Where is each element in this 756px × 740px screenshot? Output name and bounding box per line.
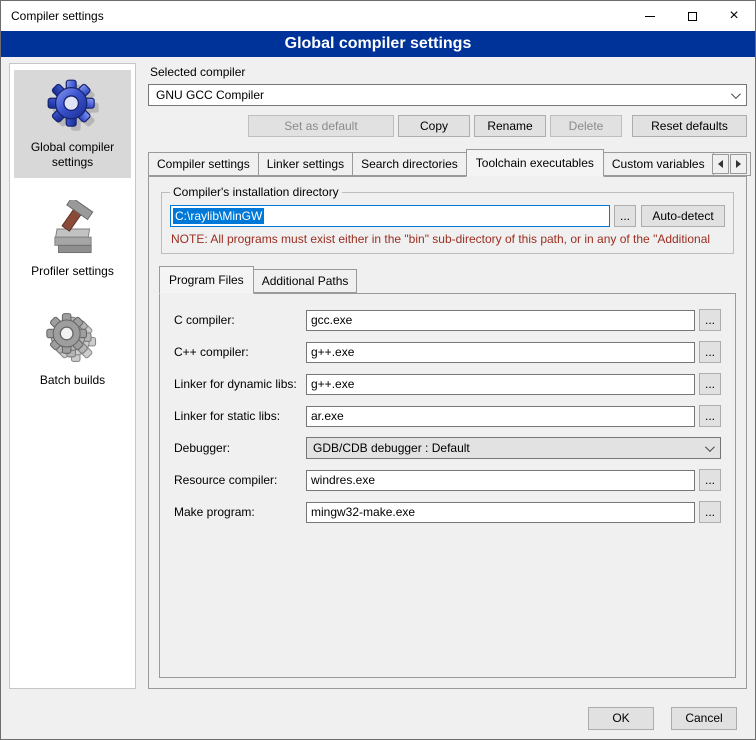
- subtab-additional-paths[interactable]: Additional Paths: [253, 269, 358, 293]
- maximize-icon: [688, 12, 697, 21]
- c-compiler-input[interactable]: [306, 310, 695, 331]
- c-compiler-browse-button[interactable]: ...: [699, 309, 721, 331]
- installation-note: NOTE: All programs must exist either in …: [171, 232, 724, 246]
- copy-button[interactable]: Copy: [398, 115, 470, 137]
- linker-static-label: Linker for static libs:: [174, 409, 306, 423]
- close-button[interactable]: ×: [713, 1, 755, 31]
- profiler-hammer-icon: [44, 200, 102, 258]
- minimize-button[interactable]: [629, 1, 671, 31]
- c-compiler-row: C compiler: ...: [160, 304, 735, 336]
- right-arrow-icon: [736, 160, 741, 168]
- linker-dynamic-input[interactable]: [306, 374, 695, 395]
- tab-compiler-settings[interactable]: Compiler settings: [148, 152, 259, 176]
- make-program-row: Make program: ...: [160, 496, 735, 528]
- window-title: Compiler settings: [1, 9, 629, 23]
- installation-directory-row: C:\raylib\MinGW ... Auto-detect: [170, 205, 725, 227]
- make-program-label: Make program:: [174, 505, 306, 519]
- sidebar-item-label: Batch builds: [40, 373, 105, 388]
- debugger-select-value: GDB/CDB debugger : Default: [313, 441, 470, 455]
- compiler-select[interactable]: GNU GCC Compiler: [148, 84, 747, 106]
- installation-directory-value: C:\raylib\MinGW: [173, 208, 264, 224]
- delete-button: Delete: [550, 115, 622, 137]
- cpp-compiler-browse-button[interactable]: ...: [699, 341, 721, 363]
- titlebar[interactable]: Compiler settings ×: [1, 1, 755, 31]
- cpp-compiler-label: C++ compiler:: [174, 345, 306, 359]
- left-arrow-icon: [718, 160, 723, 168]
- program-files-panel: C compiler: ... C++ compiler: ... Linker…: [159, 293, 736, 678]
- set-as-default-button: Set as default: [248, 115, 394, 137]
- selected-compiler-label: Selected compiler: [150, 65, 747, 79]
- sidebar-item-global-compiler-settings[interactable]: Global compiler settings: [14, 70, 131, 178]
- resource-compiler-row: Resource compiler: ...: [160, 464, 735, 496]
- ok-button[interactable]: OK: [588, 707, 654, 730]
- settings-tabstrip: Compiler settings Linker settings Search…: [148, 149, 747, 176]
- close-icon: ×: [729, 8, 738, 24]
- dialog-body: Global compiler settings Profiler settin…: [1, 57, 755, 697]
- settings-sidebar: Global compiler settings Profiler settin…: [9, 63, 136, 689]
- compiler-select-value: GNU GCC Compiler: [156, 88, 264, 102]
- sidebar-item-label: Global compiler settings: [16, 140, 129, 170]
- resource-compiler-label: Resource compiler:: [174, 473, 306, 487]
- toolchain-subtabstrip: Program Files Additional Paths: [159, 266, 736, 293]
- minimize-icon: [645, 16, 655, 17]
- tab-scroll-right-button[interactable]: [730, 154, 747, 174]
- debugger-select[interactable]: GDB/CDB debugger : Default: [306, 437, 721, 459]
- maximize-button[interactable]: [671, 1, 713, 31]
- linker-static-input[interactable]: [306, 406, 695, 427]
- installation-directory-input[interactable]: C:\raylib\MinGW: [170, 205, 610, 227]
- debugger-row: Debugger: GDB/CDB debugger : Default: [160, 432, 735, 464]
- sidebar-item-batch-builds[interactable]: Batch builds: [14, 303, 131, 396]
- compiler-actions: Set as default Copy Rename Delete Reset …: [148, 115, 747, 137]
- cpp-compiler-row: C++ compiler: ...: [160, 336, 735, 368]
- linker-dynamic-row: Linker for dynamic libs: ...: [160, 368, 735, 400]
- installation-directory-group: Compiler's installation directory C:\ray…: [161, 185, 734, 254]
- linker-static-browse-button[interactable]: ...: [699, 405, 721, 427]
- rename-button[interactable]: Rename: [474, 115, 546, 137]
- compiler-settings-window: Compiler settings × Global compiler sett…: [0, 0, 756, 740]
- dialog-footer: OK Cancel: [1, 697, 755, 739]
- main-panel: Selected compiler GNU GCC Compiler Set a…: [148, 63, 747, 689]
- tab-scroll-left-button[interactable]: [712, 154, 729, 174]
- c-compiler-label: C compiler:: [174, 313, 306, 327]
- cancel-button[interactable]: Cancel: [671, 707, 737, 730]
- sidebar-item-profiler-settings[interactable]: Profiler settings: [14, 194, 131, 287]
- cpp-compiler-input[interactable]: [306, 342, 695, 363]
- make-program-browse-button[interactable]: ...: [699, 501, 721, 523]
- chevron-down-icon: [731, 89, 741, 99]
- toolchain-executables-page: Compiler's installation directory C:\ray…: [148, 176, 747, 689]
- installation-directory-browse-button[interactable]: ...: [614, 205, 636, 227]
- debugger-label: Debugger:: [174, 441, 306, 455]
- blue-gear-icon: [44, 76, 102, 134]
- gray-gears-icon: [44, 309, 102, 367]
- tab-toolchain-executables[interactable]: Toolchain executables: [466, 149, 604, 177]
- tab-scroll-arrows: [711, 154, 747, 174]
- tab-custom-variables[interactable]: Custom variables: [603, 152, 714, 176]
- linker-dynamic-browse-button[interactable]: ...: [699, 373, 721, 395]
- dialog-header-title: Global compiler settings: [1, 31, 755, 57]
- tab-search-directories[interactable]: Search directories: [352, 152, 467, 176]
- auto-detect-button[interactable]: Auto-detect: [641, 205, 725, 227]
- linker-static-row: Linker for static libs: ...: [160, 400, 735, 432]
- installation-directory-legend: Compiler's installation directory: [170, 185, 342, 199]
- reset-defaults-button[interactable]: Reset defaults: [632, 115, 747, 137]
- sidebar-item-label: Profiler settings: [31, 264, 114, 279]
- subtab-program-files[interactable]: Program Files: [159, 266, 254, 294]
- tab-linker-settings[interactable]: Linker settings: [258, 152, 353, 176]
- linker-dynamic-label: Linker for dynamic libs:: [174, 377, 306, 391]
- resource-compiler-input[interactable]: [306, 470, 695, 491]
- resource-compiler-browse-button[interactable]: ...: [699, 469, 721, 491]
- chevron-down-icon: [705, 442, 715, 452]
- make-program-input[interactable]: [306, 502, 695, 523]
